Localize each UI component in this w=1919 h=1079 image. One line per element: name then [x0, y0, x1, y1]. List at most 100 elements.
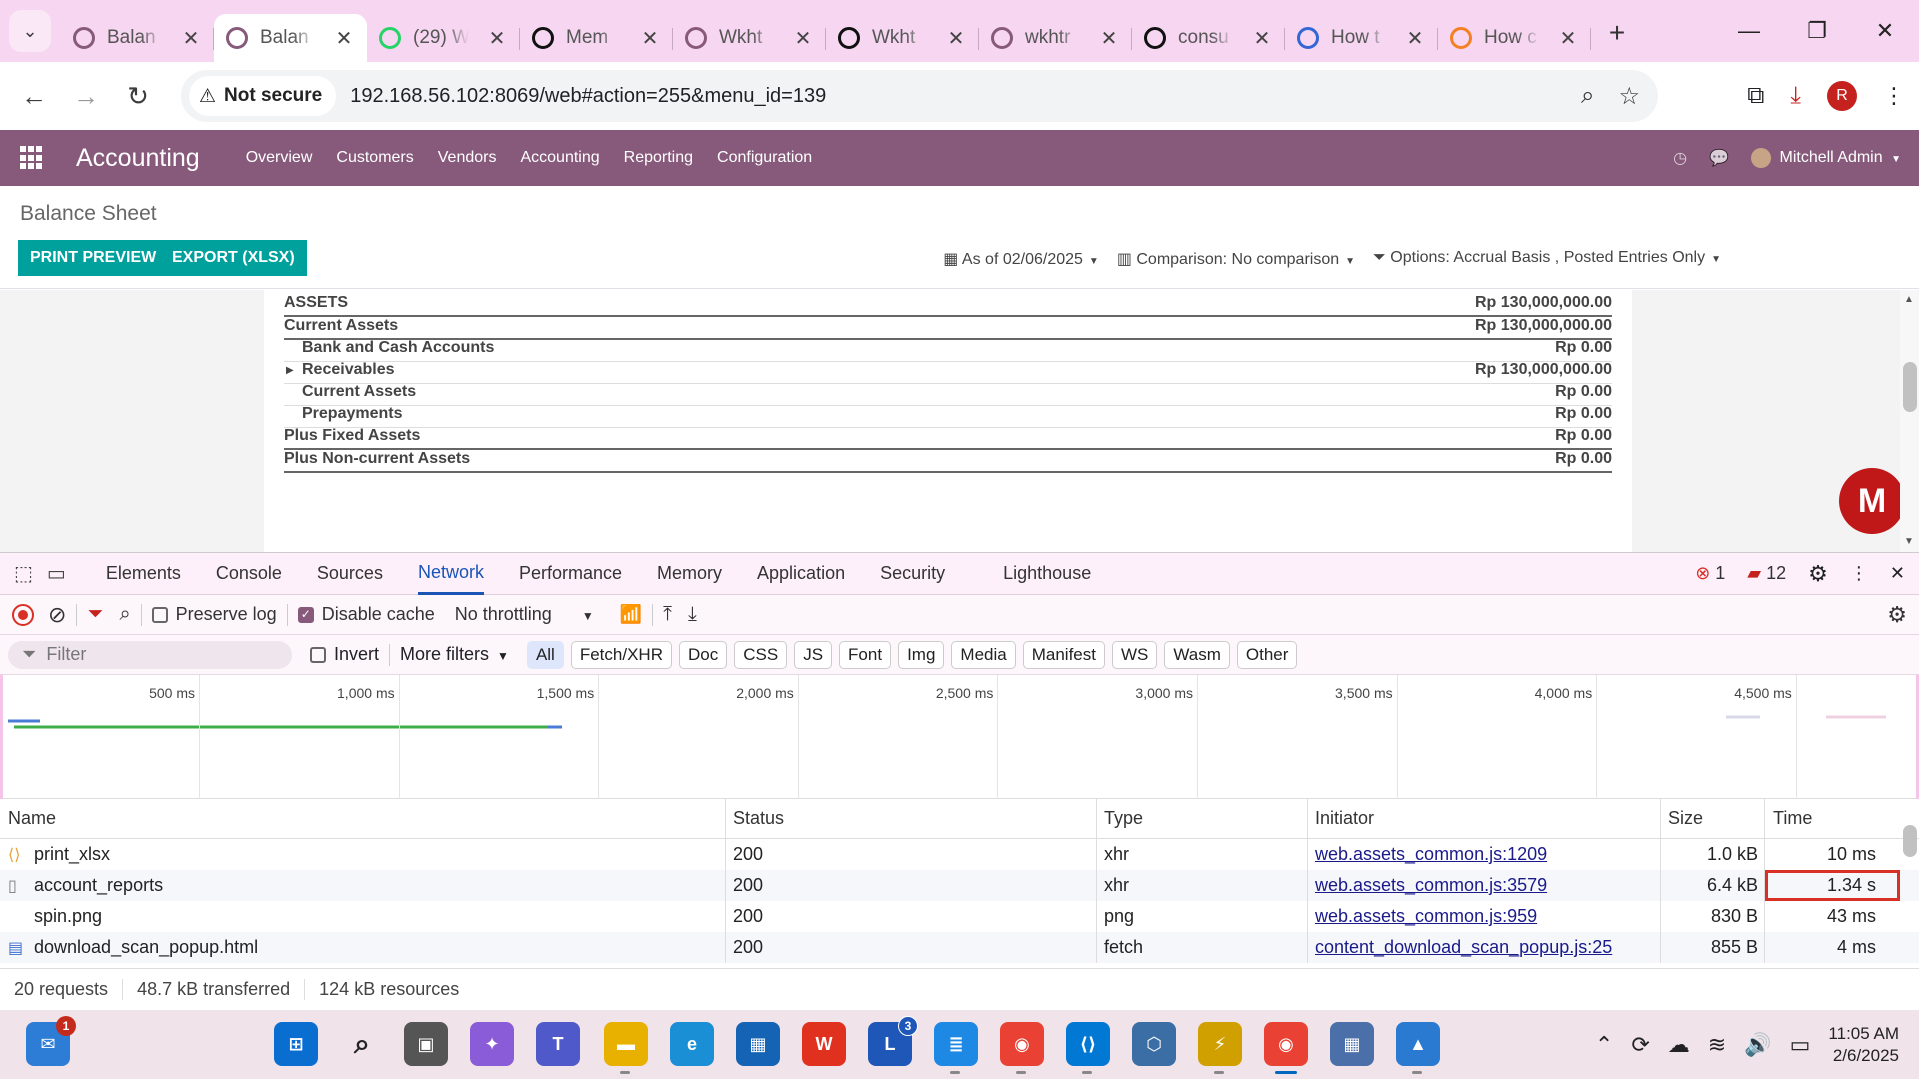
request-initiator-link[interactable]: web.assets_common.js:959 [1315, 906, 1537, 927]
menu-overview[interactable]: Overview [246, 149, 313, 167]
profile-avatar[interactable]: R [1827, 81, 1857, 111]
devtools-tab-lighthouse[interactable]: Lighthouse [1003, 553, 1091, 595]
browser-tab[interactable]: How c ✕ [1438, 14, 1591, 62]
close-devtools-icon[interactable]: ✕ [1890, 563, 1905, 584]
sync-icon[interactable]: ⟳ [1631, 1032, 1649, 1058]
table-row[interactable]: ▤ download_scan_popup.html 200 fetch content… [0, 932, 1919, 963]
tab-close-icon[interactable]: ✕ [792, 26, 814, 51]
zoom-icon[interactable]: ⌕ [1581, 82, 1594, 111]
tray-chevron-icon[interactable]: ⌃ [1595, 1032, 1613, 1058]
back-button[interactable]: ← [14, 76, 54, 116]
devtools-tab-application[interactable]: Application [757, 553, 845, 595]
table-row[interactable]: ⟨⟩ print_xlsx 200 xhr web.assets_common.js:1… [0, 839, 1919, 870]
request-initiator-link[interactable]: web.assets_common.js:1209 [1315, 844, 1547, 865]
options-filter[interactable]: ⏷ Options: Accrual Basis , Posted Entrie… [1373, 249, 1721, 269]
extensions-icon[interactable]: ⧉ [1747, 82, 1764, 110]
network-settings-icon[interactable]: ⚙ [1887, 602, 1907, 628]
inspect-element-icon[interactable]: ⬚ [14, 561, 33, 586]
type-filter-chip[interactable]: Manifest [1022, 640, 1105, 669]
filter-input[interactable]: ⏷ Filter [8, 640, 292, 669]
copilot-icon[interactable]: ✦ [470, 1022, 514, 1066]
table-row[interactable]: spin.png 200 png web.assets_common.js:959 83… [0, 901, 1919, 932]
warning-count[interactable]: ▰ 12 [1747, 563, 1786, 584]
devtools-tab-network[interactable]: Network [417, 553, 484, 595]
request-name-cell[interactable]: spin.png [0, 901, 726, 932]
type-filter-chip[interactable]: WS [1111, 640, 1158, 669]
type-filter-chip[interactable]: Fetch/XHR [570, 640, 672, 669]
tab-close-icon[interactable]: ✕ [180, 26, 202, 51]
battery-icon[interactable]: ▭ [1790, 1032, 1811, 1058]
devtools-menu-icon[interactable]: ⋮ [1850, 563, 1868, 584]
tab-search-chevron-icon[interactable]: ⌄ [9, 10, 51, 52]
date-filter[interactable]: ▦ As of 02/06/2025 ▼ [943, 249, 1099, 269]
type-filter-chip[interactable]: CSS [734, 640, 788, 669]
devtools-tab-sources[interactable]: Sources [317, 553, 383, 595]
photos-icon[interactable]: ▲ [1396, 1022, 1440, 1074]
bookmark-star-icon[interactable]: ☆ [1618, 82, 1640, 111]
activity-clock-icon[interactable]: ◷ [1673, 148, 1687, 168]
type-filter-chip[interactable]: Media [951, 640, 1016, 669]
new-tab-button[interactable]: + [1599, 15, 1635, 51]
type-filter-chip[interactable]: JS [794, 640, 833, 669]
store-icon[interactable]: ▦ [736, 1022, 780, 1066]
menu-reporting[interactable]: Reporting [624, 149, 693, 167]
type-filter-chip[interactable]: Other [1236, 640, 1298, 669]
browser-tab[interactable]: wkhtr ✕ [979, 14, 1132, 62]
mcafee-shield-icon[interactable]: M [1839, 468, 1905, 534]
clear-icon[interactable]: ⊘ [48, 602, 66, 628]
mail-app-icon[interactable]: ✉ 1 [26, 1016, 76, 1066]
page-scrollbar[interactable]: ▲ ▼ [1900, 290, 1919, 552]
report-row[interactable]: Plus Non-current Assets Rp 0.00 [284, 446, 1612, 473]
expand-caret-icon[interactable]: ▶ [286, 365, 294, 376]
network-timeline[interactable]: 500 ms 1,000 ms 1,500 ms 2,000 ms 2,500 ms 3,… [0, 675, 1919, 799]
tab-close-icon[interactable]: ✕ [333, 26, 355, 51]
col-time[interactable]: Time [1765, 799, 1900, 838]
tab-close-icon[interactable]: ✕ [1098, 26, 1120, 51]
devtools-tab-security[interactable]: Security [880, 553, 945, 595]
search-taskbar-icon[interactable]: ⌕ [340, 1022, 384, 1066]
type-filter-chip[interactable]: Wasm [1164, 640, 1230, 669]
export-xlsx-button[interactable]: EXPORT (XLSX) [160, 240, 307, 276]
address-bar[interactable]: ⚠ Not secure 192.168.56.102:8069/web#act… [181, 70, 1658, 122]
col-name[interactable]: Name [0, 799, 726, 838]
clock[interactable]: 11:05 AM 2/6/2025 [1828, 1023, 1899, 1067]
teams-icon[interactable]: T [536, 1022, 580, 1066]
vscode-icon[interactable]: ⟨⟩ [1066, 1022, 1110, 1074]
throttling-select[interactable]: No throttling ▼ [455, 604, 594, 625]
preserve-log-checkbox[interactable]: Preserve log [151, 604, 277, 625]
tab-close-icon[interactable]: ✕ [1251, 26, 1273, 51]
chrome-active-icon[interactable]: ◉ [1264, 1022, 1308, 1074]
browser-tab[interactable]: How t ✕ [1285, 14, 1438, 62]
browser-tab[interactable]: Wkht ✕ [826, 14, 979, 62]
request-name-cell[interactable]: ▯ account_reports [0, 870, 726, 901]
type-filter-chip[interactable]: Img [898, 640, 945, 669]
devtools-tab-console[interactable]: Console [216, 553, 282, 595]
table-row[interactable]: ▯ account_reports 200 xhr web.assets_common.… [0, 870, 1919, 901]
tab-close-icon[interactable]: ✕ [1557, 26, 1579, 51]
col-initiator[interactable]: Initiator [1308, 799, 1661, 838]
menu-customers[interactable]: Customers [336, 149, 413, 167]
col-type[interactable]: Type [1097, 799, 1308, 838]
devtools-tab-performance[interactable]: Performance [519, 553, 622, 595]
start-windows-icon[interactable]: ⊞ [274, 1022, 318, 1066]
calculator-icon[interactable]: ▦ [1330, 1022, 1374, 1066]
comparison-filter[interactable]: ▥ Comparison: No comparison ▼ [1117, 249, 1355, 269]
tab-close-icon[interactable]: ✕ [486, 26, 508, 51]
record-icon[interactable] [12, 603, 34, 626]
tab-close-icon[interactable]: ✕ [639, 26, 661, 51]
col-status[interactable]: Status [726, 799, 1097, 838]
chrome-profile-m-icon[interactable]: ◉ [1000, 1022, 1044, 1074]
notepad-icon[interactable]: ≣ [934, 1022, 978, 1074]
devtools-tab-memory[interactable]: Memory [657, 553, 722, 595]
file-explorer-icon[interactable]: ▬ [604, 1022, 648, 1074]
menu-accounting[interactable]: Accounting [520, 149, 599, 167]
export-har-icon[interactable]: ⤓ [688, 603, 697, 626]
request-initiator-link[interactable]: web.assets_common.js:3579 [1315, 875, 1547, 896]
col-size[interactable]: Size [1661, 799, 1765, 838]
virtualbox-icon[interactable]: ⬡ [1132, 1022, 1176, 1066]
winscp-icon[interactable]: ⚡ [1198, 1022, 1242, 1074]
forward-button[interactable]: → [66, 76, 106, 116]
network-conditions-icon[interactable]: 📶 [620, 604, 642, 625]
edge-icon[interactable]: e [670, 1022, 714, 1066]
download-icon[interactable]: ⤓ [1790, 82, 1801, 110]
